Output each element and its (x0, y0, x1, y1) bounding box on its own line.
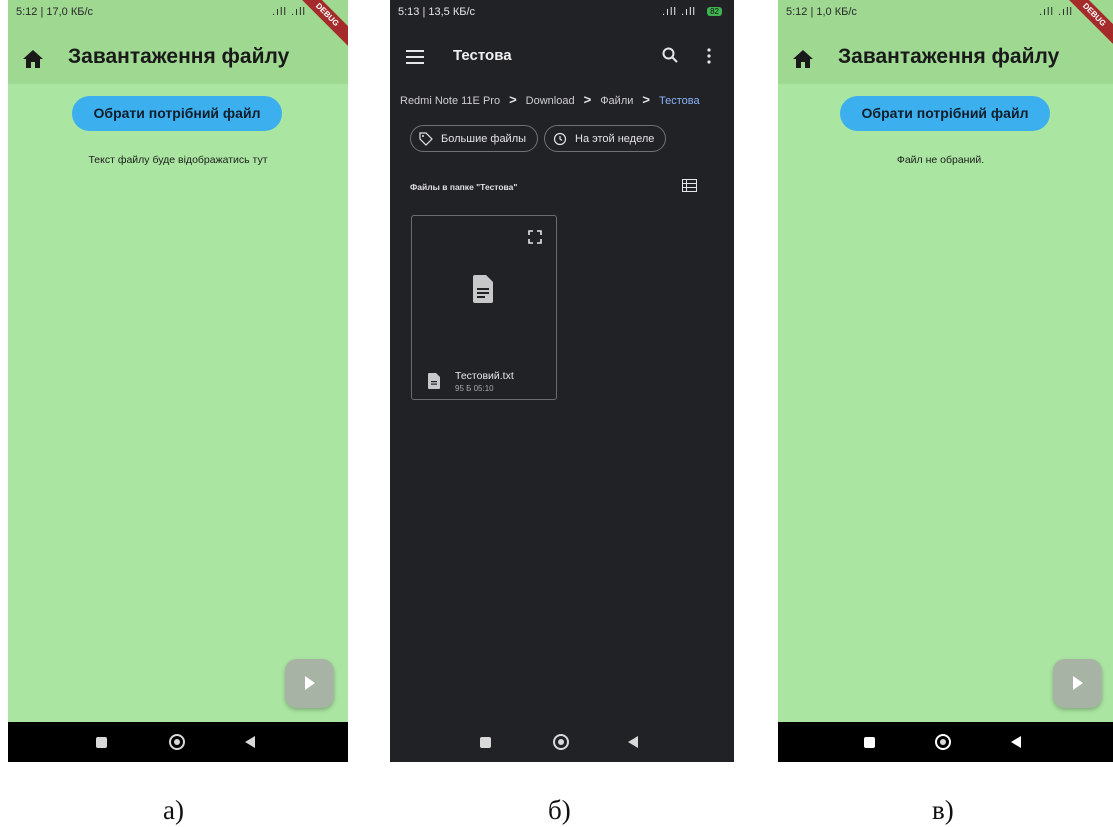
home-nav-icon[interactable] (935, 734, 951, 750)
recents-icon[interactable] (480, 737, 491, 748)
filter-chip-large-files[interactable]: Большие файлы (410, 125, 538, 152)
file-name: Тестовий.txt (455, 370, 514, 382)
phone-screen-b: 5:13 | 13,5 КБ/с .ıll .ıll 82 Тестова Re… (390, 0, 734, 762)
tag-icon (419, 132, 433, 146)
pick-file-button[interactable]: Обрати потрібний файл (72, 96, 282, 131)
signal-icon: .ıll .ıll (271, 6, 306, 18)
signal-icon: .ıll .ıll (661, 6, 696, 18)
chevron-right-icon: > (642, 92, 650, 107)
run-button[interactable] (1053, 659, 1102, 708)
file-text-placeholder: Текст файлу буде відображатись тут (88, 154, 268, 166)
chevron-right-icon: > (509, 92, 517, 107)
breadcrumb: Redmi Note 11E Pro > Download > Файли > Тестов… (400, 92, 700, 107)
app-body (778, 84, 1113, 722)
folder-title: Тестова (453, 47, 512, 64)
list-view-icon[interactable] (682, 179, 697, 192)
history-icon (553, 132, 567, 146)
more-options-icon[interactable] (707, 48, 711, 64)
home-nav-icon[interactable] (169, 734, 185, 750)
page-title: Завантаження файлу (68, 45, 290, 68)
breadcrumb-item[interactable]: Файли (600, 95, 633, 107)
caption-a: а) (163, 795, 184, 825)
chip-label: На этой неделе (575, 133, 655, 145)
play-icon (305, 676, 315, 690)
chip-label: Большие файлы (441, 133, 527, 145)
pick-file-button[interactable]: Обрати потрібний файл (840, 96, 1050, 131)
play-icon (1073, 676, 1083, 690)
back-icon[interactable] (245, 736, 255, 748)
file-type-icon (428, 373, 440, 389)
file-card[interactable]: Тестовий.txt 95 Б 05:10 (411, 215, 557, 400)
expand-icon[interactable] (528, 230, 542, 244)
home-nav-icon[interactable] (553, 734, 569, 750)
run-button[interactable] (285, 659, 334, 708)
menu-icon[interactable] (406, 50, 424, 64)
file-status-text: Файл не обраний. (896, 154, 985, 166)
system-nav-bar (8, 722, 348, 762)
home-icon[interactable] (792, 49, 814, 69)
signal-icon: .ıll .ıll (1038, 6, 1073, 18)
caption-b: б) (548, 795, 571, 825)
phone-screen-a: 5:12 | 17,0 КБ/с .ıll .ıll DEBUG Заванта… (8, 0, 348, 762)
breadcrumb-item-current[interactable]: Тестова (659, 95, 700, 107)
chevron-right-icon: > (583, 92, 592, 107)
recents-icon[interactable] (864, 737, 875, 748)
status-bar: 5:12 | 17,0 КБ/с .ıll .ıll (16, 6, 340, 22)
page-title: Завантаження файлу (838, 45, 1060, 68)
breadcrumb-item[interactable]: Redmi Note 11E Pro (400, 95, 500, 107)
recents-icon[interactable] (96, 737, 107, 748)
status-bar: 5:13 | 13,5 КБ/с .ıll .ıll 82 (398, 6, 726, 22)
breadcrumb-item[interactable]: Download (526, 95, 575, 107)
phone-screen-c: 5:12 | 1,0 КБ/с .ıll .ıll DEBUG Завантаж… (778, 0, 1113, 762)
back-icon[interactable] (1011, 736, 1021, 748)
system-nav-bar (778, 722, 1113, 762)
app-body (8, 84, 348, 722)
file-meta: 95 Б 05:10 (455, 384, 494, 393)
status-time-speed: 5:12 | 17,0 КБ/с (16, 6, 94, 18)
back-icon[interactable] (628, 736, 638, 748)
search-icon[interactable] (662, 47, 678, 63)
status-bar: 5:12 | 1,0 КБ/с .ıll .ıll (786, 6, 1107, 22)
document-icon (473, 275, 493, 303)
filter-chip-this-week[interactable]: На этой неделе (544, 125, 666, 152)
system-nav-bar (390, 722, 734, 762)
status-time-speed: 5:12 | 1,0 КБ/с (786, 6, 857, 18)
caption-c: в) (932, 795, 954, 825)
home-icon[interactable] (22, 49, 44, 69)
status-time-speed: 5:13 | 13,5 КБ/с (398, 6, 476, 18)
section-label: Файлы в папке "Тестова" (410, 182, 518, 192)
battery-badge: 82 (707, 7, 722, 16)
